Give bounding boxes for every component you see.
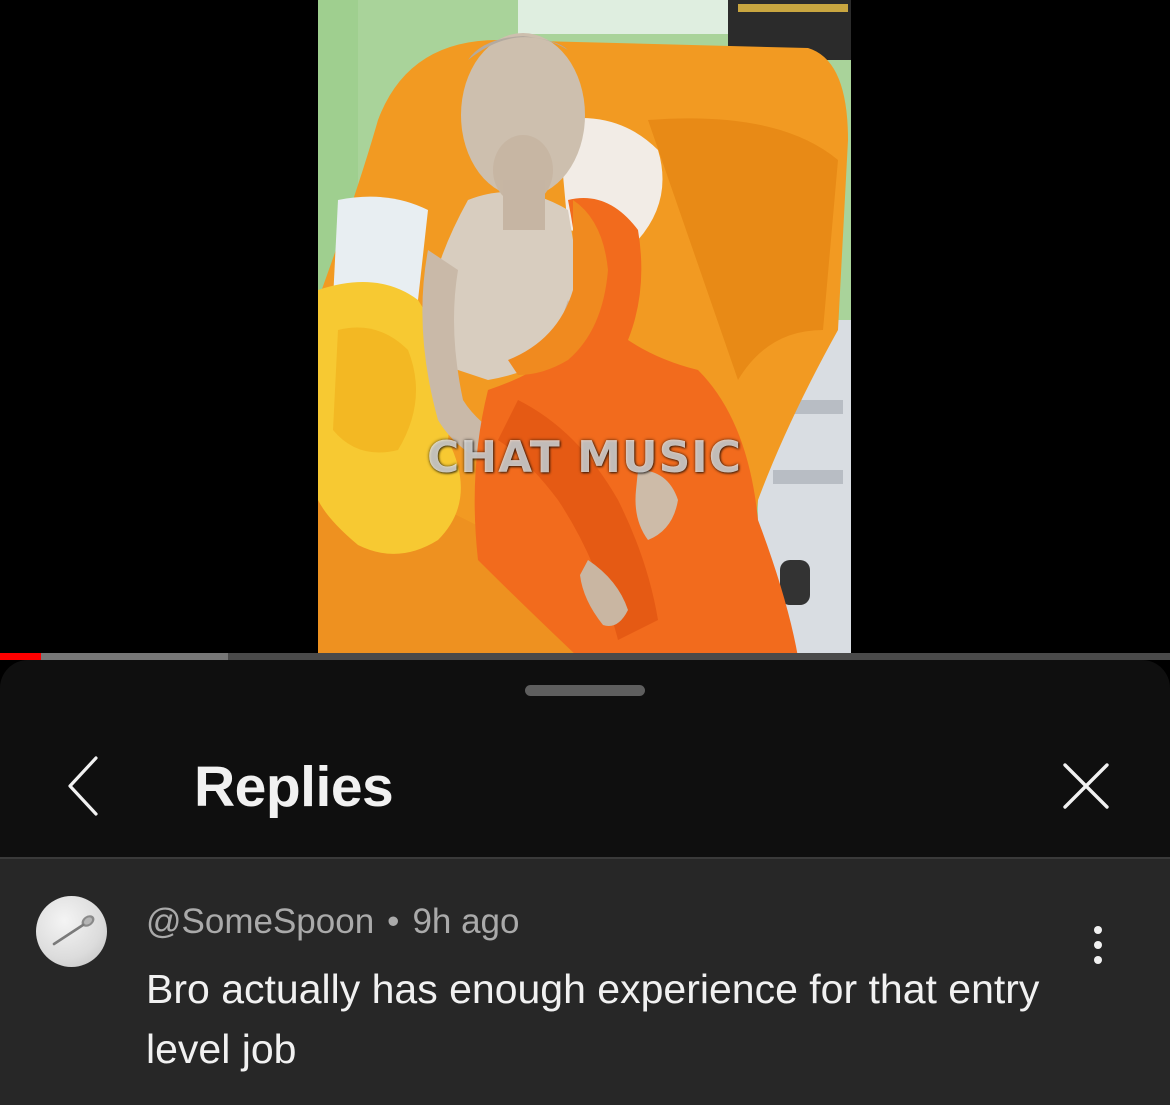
replies-sheet: Replies @SomeSpoon • 9h ago Bro actually h… <box>0 660 1170 1105</box>
video-watermark: CHAT MUSIC <box>427 432 742 483</box>
sheet-title: Replies <box>194 755 394 819</box>
close-icon <box>1063 763 1109 809</box>
close-button[interactable] <box>1050 750 1122 822</box>
comment-time: 9h ago <box>412 902 520 941</box>
comment-author[interactable]: @SomeSpoon <box>146 902 374 941</box>
comment-text: Bro actually has enough experience for t… <box>146 966 1040 1072</box>
comment-menu-button[interactable] <box>1072 907 1124 983</box>
more-vertical-icon-dot <box>1094 956 1102 964</box>
comment-meta: @SomeSpoon • 9h ago <box>146 901 520 943</box>
meta-separator: • <box>387 902 400 941</box>
comment-item: @SomeSpoon • 9h ago Bro actually has enoug… <box>0 859 1170 1105</box>
more-vertical-icon-dot <box>1094 941 1102 949</box>
video-player[interactable]: CHAT MUSIC <box>0 0 1170 660</box>
progress-played <box>0 653 41 660</box>
drag-handle[interactable] <box>525 685 645 696</box>
progress-bar[interactable] <box>0 653 1170 660</box>
video-thumbnail-image <box>318 0 851 657</box>
spoon-icon <box>52 915 95 946</box>
video-frame: CHAT MUSIC <box>318 0 851 657</box>
back-button[interactable] <box>52 750 116 822</box>
chevron-left-icon <box>68 756 98 816</box>
app-screen: CHAT MUSIC Replies @SomeSpoon • 9h ago B… <box>0 0 1170 1105</box>
avatar[interactable] <box>36 896 107 967</box>
more-vertical-icon <box>1094 926 1102 934</box>
